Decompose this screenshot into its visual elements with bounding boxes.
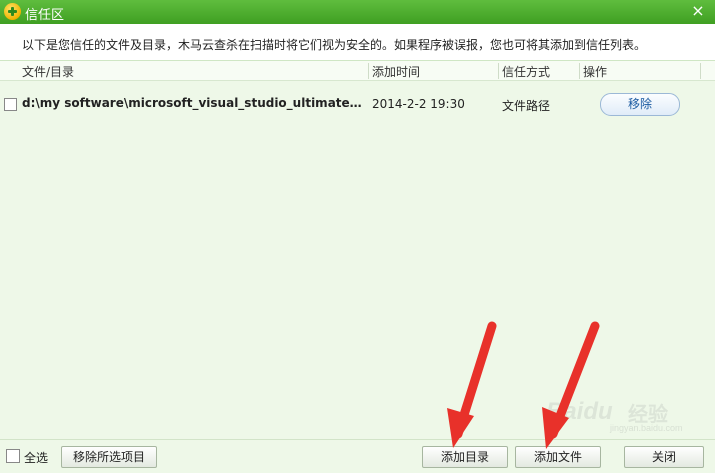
app-plus-icon (4, 3, 21, 20)
header-action: 操作 (583, 65, 608, 79)
header-time: 添加时间 (372, 65, 421, 79)
select-all-label[interactable]: 全选 (24, 449, 48, 466)
row-mode: 文件路径 (502, 99, 551, 113)
table-row[interactable]: d:\my software\microsoft_visual_studio_u… (0, 83, 715, 123)
column-separator[interactable] (368, 63, 369, 79)
info-bar: 以下是您信任的文件及目录，木马云查杀在扫描时将它们视为安全的。如果程序被误报，您… (0, 24, 715, 61)
close-button[interactable]: 关闭 (624, 446, 704, 468)
table-header: 文件/目录 添加时间 信任方式 操作 (0, 61, 715, 81)
column-separator[interactable] (498, 63, 499, 79)
add-file-button[interactable]: 添加文件 (515, 446, 601, 468)
header-mode: 信任方式 (502, 65, 551, 79)
header-path: 文件/目录 (22, 65, 75, 79)
remove-selected-button[interactable]: 移除所选项目 (61, 446, 157, 468)
select-all-checkbox[interactable] (6, 449, 20, 463)
add-directory-button[interactable]: 添加目录 (422, 446, 508, 468)
info-text: 以下是您信任的文件及目录，木马云查杀在扫描时将它们视为安全的。如果程序被误报，您… (22, 38, 647, 52)
close-icon[interactable]: × (689, 1, 707, 21)
footer-bar: 全选 移除所选项目 添加目录 添加文件 关闭 (0, 439, 715, 473)
title-bar: 信任区 × (0, 0, 715, 24)
row-time: 2014-2-2 19:30 (372, 97, 465, 111)
column-separator[interactable] (579, 63, 580, 79)
column-separator[interactable] (700, 63, 701, 79)
trust-list-table: 文件/目录 添加时间 信任方式 操作 d:\my software\micros… (0, 61, 715, 439)
window-title: 信任区 (25, 8, 65, 23)
row-path: d:\my software\microsoft_visual_studio_u… (22, 96, 367, 110)
remove-button[interactable]: 移除 (600, 93, 680, 116)
row-checkbox[interactable] (4, 98, 17, 111)
